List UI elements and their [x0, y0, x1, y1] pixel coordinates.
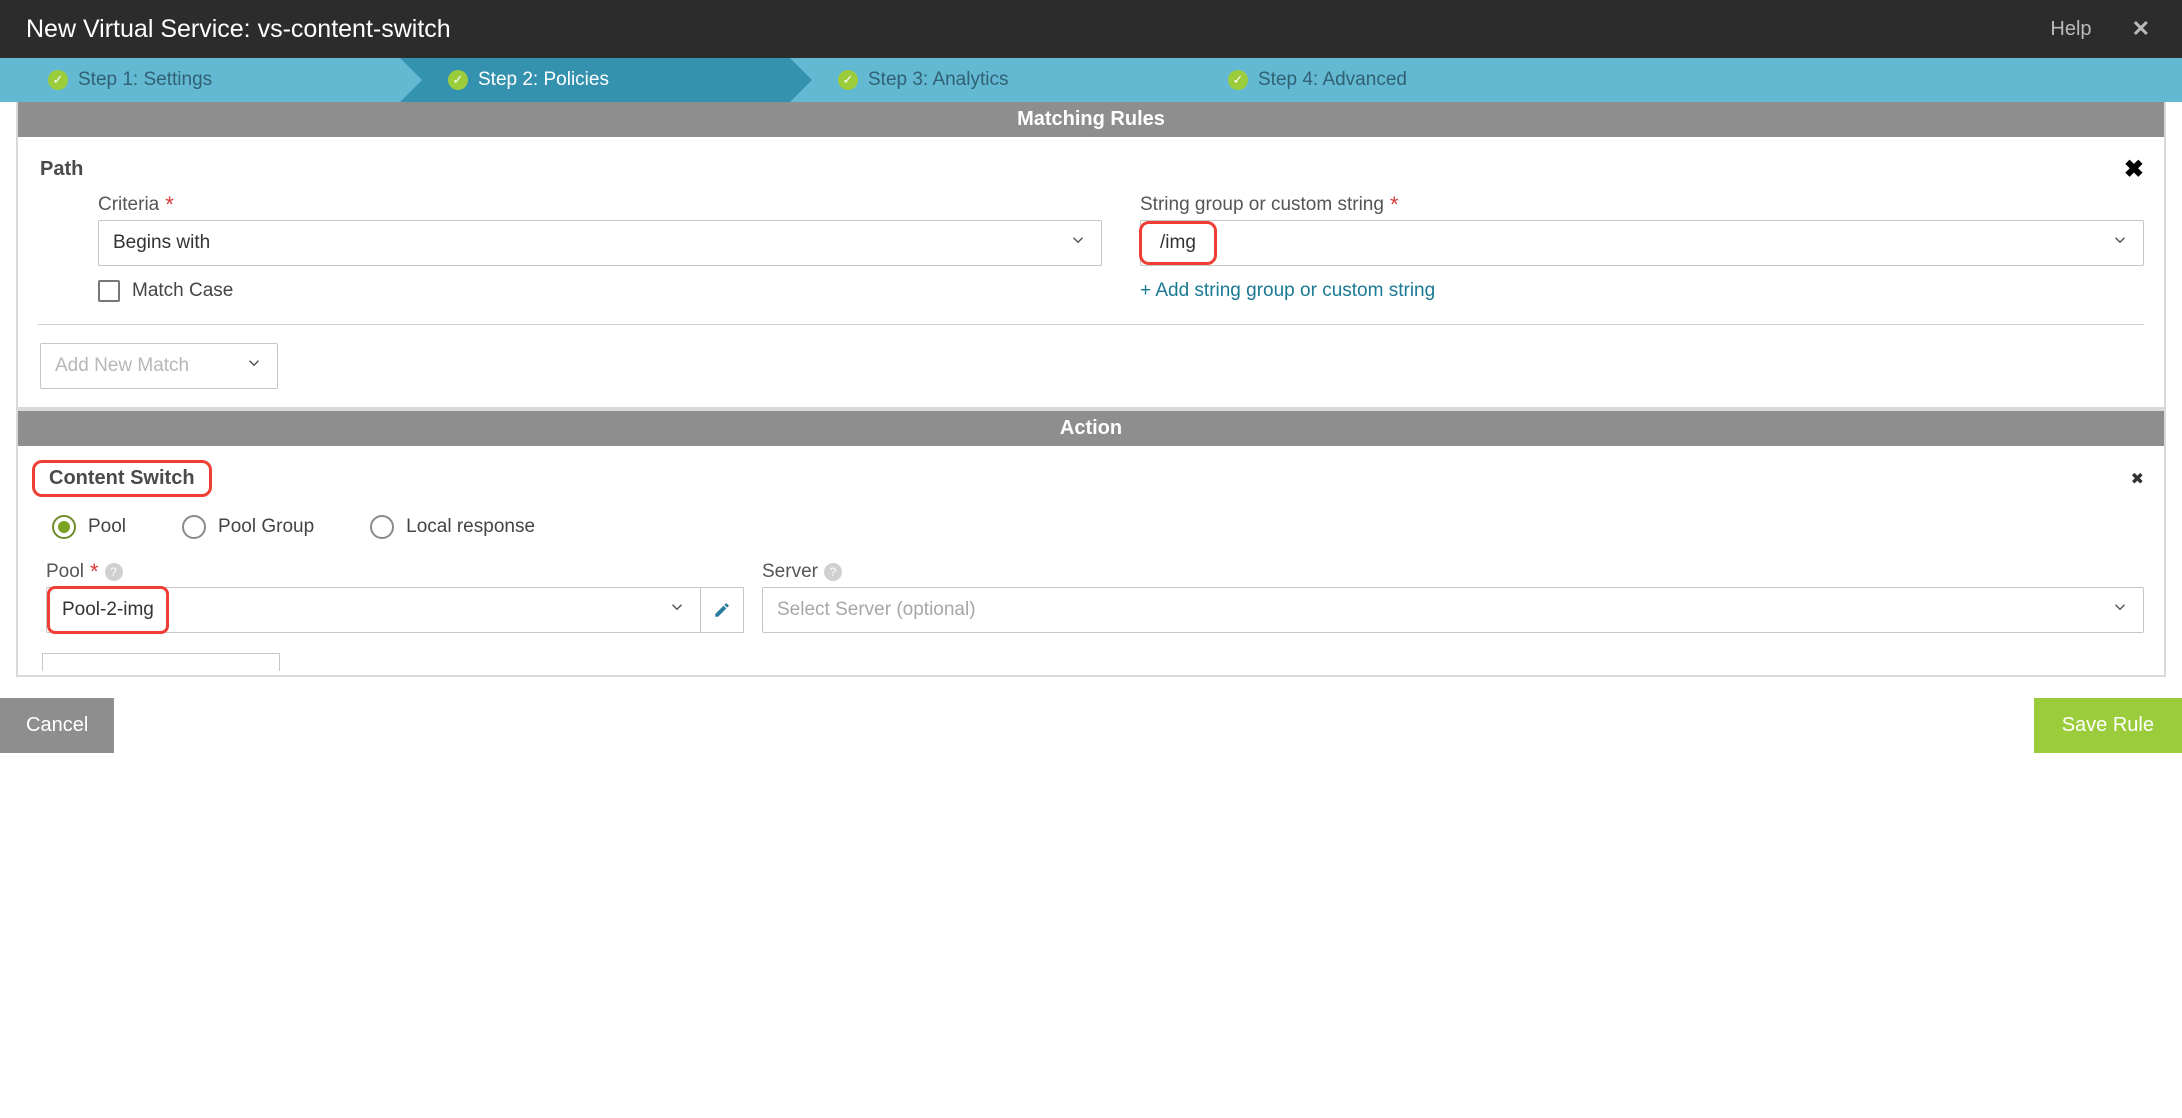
- footer: Cancel Save Rule: [0, 695, 2182, 753]
- wizard-steps: ✓ Step 1: Settings ✓ Step 2: Policies ✓ …: [0, 58, 2182, 102]
- radio-label: Pool Group: [218, 516, 314, 538]
- check-icon: ✓: [48, 70, 68, 90]
- server-label: Server: [762, 561, 818, 583]
- remove-path-icon[interactable]: ✖: [2124, 155, 2144, 184]
- chevron-down-icon: [2111, 598, 2129, 622]
- chevron-down-icon: [1069, 231, 1087, 255]
- action-card: Action Content Switch ✖ Pool Pool Group …: [16, 409, 2166, 677]
- string-group-value: /img: [1160, 232, 1196, 254]
- edit-pool-button[interactable]: [700, 587, 744, 633]
- pool-value: Pool-2-img: [62, 599, 154, 621]
- criteria-value: Begins with: [113, 232, 210, 254]
- required-icon: *: [1390, 200, 1399, 210]
- cancel-button[interactable]: Cancel: [0, 698, 114, 753]
- check-icon: ✓: [1228, 70, 1248, 90]
- string-group-select[interactable]: /img: [1140, 220, 2144, 266]
- string-group-label: String group or custom string: [1140, 194, 1384, 216]
- step-1-settings[interactable]: ✓ Step 1: Settings: [0, 58, 400, 102]
- check-icon: ✓: [838, 70, 858, 90]
- matching-rules-card: Matching Rules Path ✖ Criteria * Begins …: [16, 102, 2166, 409]
- criteria-select[interactable]: Begins with: [98, 220, 1102, 266]
- help-icon[interactable]: ?: [824, 563, 842, 581]
- title-bar: New Virtual Service: vs-content-switch H…: [0, 0, 2182, 58]
- check-icon: ✓: [448, 70, 468, 90]
- radio-label: Local response: [406, 516, 535, 538]
- required-icon: *: [90, 567, 99, 577]
- required-icon: *: [165, 200, 174, 210]
- step-3-analytics[interactable]: ✓ Step 3: Analytics: [790, 58, 1180, 102]
- pool-label: Pool: [46, 561, 84, 583]
- help-link[interactable]: Help: [2050, 18, 2091, 41]
- chevron-down-icon: [245, 354, 263, 378]
- radio-pool[interactable]: Pool: [52, 515, 126, 539]
- remove-action-icon[interactable]: ✖: [2131, 469, 2144, 489]
- match-case-label: Match Case: [132, 280, 233, 302]
- path-label: Path: [40, 158, 83, 181]
- action-type-radio-group: Pool Pool Group Local response: [18, 501, 2164, 545]
- step-label: Step 1: Settings: [78, 69, 212, 91]
- highlight-box: /img: [1139, 221, 1217, 265]
- pool-select[interactable]: Pool-2-img: [46, 587, 700, 633]
- divider: [38, 324, 2144, 325]
- server-placeholder: Select Server (optional): [777, 599, 976, 621]
- step-label: Step 4: Advanced: [1258, 69, 1407, 91]
- add-new-match-select[interactable]: Add New Match: [40, 343, 278, 389]
- radio-pool-group[interactable]: Pool Group: [182, 515, 314, 539]
- truncated-select[interactable]: [42, 653, 280, 671]
- add-match-placeholder: Add New Match: [55, 355, 189, 377]
- help-icon[interactable]: ?: [105, 563, 123, 581]
- close-icon[interactable]: ✕: [2126, 16, 2156, 42]
- modal-title: New Virtual Service: vs-content-switch: [26, 15, 2050, 44]
- step-label: Step 2: Policies: [478, 69, 609, 91]
- highlight-box: Pool-2-img: [47, 586, 169, 634]
- step-label: Step 3: Analytics: [868, 69, 1008, 91]
- radio-local-response[interactable]: Local response: [370, 515, 535, 539]
- matching-rules-header: Matching Rules: [18, 102, 2164, 137]
- criteria-label: Criteria: [98, 194, 159, 216]
- step-4-advanced[interactable]: ✓ Step 4: Advanced: [1180, 58, 2182, 102]
- match-case-checkbox[interactable]: [98, 280, 120, 302]
- step-2-policies[interactable]: ✓ Step 2: Policies: [400, 58, 790, 102]
- chevron-down-icon: [2111, 231, 2129, 255]
- action-header: Action: [18, 411, 2164, 446]
- content-switch-label: Content Switch: [32, 460, 212, 497]
- save-rule-button[interactable]: Save Rule: [2034, 698, 2182, 753]
- radio-label: Pool: [88, 516, 126, 538]
- pencil-icon: [713, 601, 731, 619]
- add-string-group-link[interactable]: + Add string group or custom string: [1140, 280, 1435, 302]
- server-select[interactable]: Select Server (optional): [762, 587, 2144, 633]
- chevron-down-icon: [668, 598, 686, 622]
